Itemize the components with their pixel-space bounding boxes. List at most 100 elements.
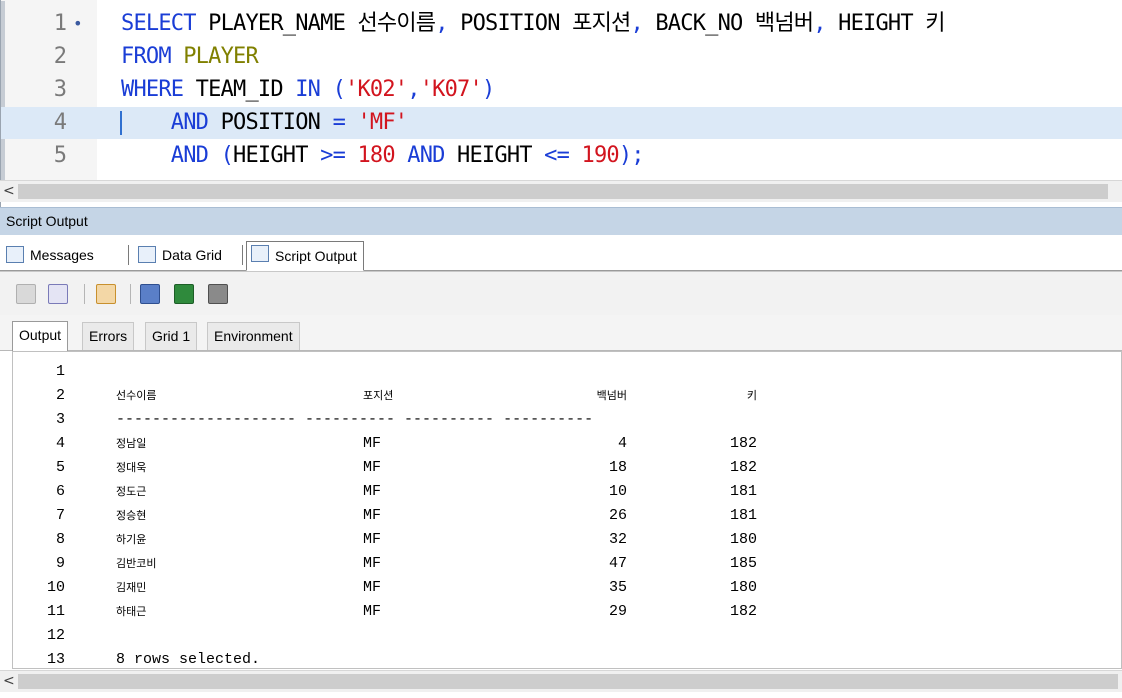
code-token: POSITION <box>460 11 573 36</box>
column-header: 선수이름 <box>116 389 157 402</box>
output-line: 1 <box>13 360 1113 384</box>
line-number: 4 <box>53 110 67 135</box>
output-line: 4 정남일 MF 4 182 <box>13 432 1113 456</box>
scroll-left-arrow-icon[interactable]: < <box>3 182 15 200</box>
output-line: 8 하기윤 MF 32 180 <box>13 528 1113 552</box>
output-line: 2 선수이름 포지션 백넘버 키 <box>13 384 1113 408</box>
copy-icon[interactable] <box>16 284 36 304</box>
cell-position: MF <box>363 531 382 548</box>
tab-separator <box>128 245 129 265</box>
subtab-errors[interactable]: Errors <box>82 322 135 350</box>
output-line: 11 하태근 MF 29 182 <box>13 600 1113 624</box>
editor-line[interactable]: 1 • SELECT PLAYER_NAME 선수이름, POSITION 포지션,… <box>1 8 1122 40</box>
output-subtabs: Output Errors Grid 1 Environment <box>0 315 1122 351</box>
code-text: FROM PLAYER <box>121 41 259 73</box>
output-line-number: 10 <box>46 579 65 596</box>
cell-player-name: 김반코비 <box>116 557 157 570</box>
statement-marker: • <box>73 14 83 33</box>
code-token: 선수이름 <box>357 11 436 36</box>
code-token: PLAYER_NAME <box>208 11 358 36</box>
line-number: 2 <box>53 44 67 69</box>
line-number: 5 <box>53 143 67 168</box>
output-line: 5 정대욱 MF 18 182 <box>13 456 1113 480</box>
sql-editor[interactable]: 1 • SELECT PLAYER_NAME 선수이름, POSITION 포지션,… <box>0 0 1122 210</box>
cell-back-no: 10 <box>608 483 627 500</box>
output-line-number: 9 <box>55 555 65 572</box>
output-line-number: 4 <box>55 435 65 452</box>
cell-height: 181 <box>729 507 757 524</box>
output-line: 7 정승현 MF 26 181 <box>13 504 1113 528</box>
code-token: AND <box>407 143 458 168</box>
code-token: TEAM_ID <box>195 77 296 102</box>
editor-line[interactable]: 3 WHERE TEAM_ID IN ('K02','K07') <box>1 74 1122 106</box>
code-token: AND <box>121 143 221 168</box>
output-line: 13 8 rows selected. <box>13 648 1113 672</box>
output-line-number: 6 <box>55 483 65 500</box>
cell-height: 181 <box>729 483 757 500</box>
tab-messages-label: Messages <box>30 247 94 263</box>
code-token: PLAYER <box>183 44 258 69</box>
code-token: 190 <box>581 143 620 168</box>
editor-horizontal-scrollbar[interactable]: < <box>0 180 1122 202</box>
output-line-number: 3 <box>55 411 65 428</box>
cell-position: MF <box>363 555 382 572</box>
tab-messages[interactable]: Messages <box>2 243 94 267</box>
code-token: ) <box>481 77 495 102</box>
subtab-grid-1[interactable]: Grid 1 <box>145 322 198 350</box>
script-output-icon <box>251 245 269 262</box>
subtab-output[interactable]: Output <box>12 321 69 351</box>
subtab-environment[interactable]: Environment <box>207 322 300 350</box>
panel-title: Script Output <box>0 207 1122 235</box>
editor-line[interactable]: 2 FROM PLAYER <box>1 41 1122 73</box>
clear-icon[interactable] <box>96 284 116 304</box>
cell-position: MF <box>363 483 382 500</box>
excel-icon[interactable] <box>174 284 194 304</box>
tab-data-grid[interactable]: Data Grid <box>134 243 222 267</box>
cell-back-no: 32 <box>608 531 627 548</box>
cell-height: 180 <box>729 531 757 548</box>
output-line-number: 12 <box>46 627 65 644</box>
scroll-left-arrow-icon[interactable]: < <box>3 672 15 690</box>
tab-separator <box>242 245 243 265</box>
print-icon[interactable] <box>208 284 228 304</box>
code-token: >= <box>320 143 358 168</box>
output-horizontal-scrollbar[interactable]: < <box>0 670 1122 692</box>
cell-height: 182 <box>729 435 757 452</box>
scrollbar-thumb[interactable] <box>18 674 1118 689</box>
cell-back-no: 18 <box>608 459 627 476</box>
tab-script-output-label: Script Output <box>275 248 357 264</box>
column-header: 포지션 <box>363 389 394 402</box>
cell-position: MF <box>363 579 382 596</box>
script-output-text[interactable]: 1 2 선수이름 포지션 백넘버 키 3 -------------------- -----… <box>12 351 1122 669</box>
code-token: FROM <box>121 44 184 69</box>
toolbar-separator <box>130 284 131 304</box>
tab-data-grid-label: Data Grid <box>162 247 222 263</box>
cell-back-no: 35 <box>608 579 627 596</box>
code-token: = <box>332 110 358 135</box>
editor-line[interactable]: 5 AND (HEIGHT >= 180 AND HEIGHT <= 190); <box>1 140 1122 172</box>
cell-back-no: 4 <box>617 435 627 452</box>
code-token: <= <box>544 143 582 168</box>
line-number: 1 <box>53 11 67 36</box>
code-token: ( <box>332 77 346 102</box>
output-tabs: Messages Data Grid Script Output <box>0 235 1122 271</box>
output-line: 6 정도근 MF 10 181 <box>13 480 1113 504</box>
code-token: HEIGHT <box>838 11 926 36</box>
editor-line[interactable]: 4 AND POSITION = 'MF' <box>1 107 1122 139</box>
code-token: IN <box>295 77 333 102</box>
code-text: AND POSITION = 'MF' <box>121 107 408 139</box>
output-line: 10 김재민 MF 35 180 <box>13 576 1113 600</box>
code-text: WHERE TEAM_ID IN ('K02','K07') <box>121 74 495 106</box>
cell-back-no: 47 <box>608 555 627 572</box>
tab-script-output[interactable]: Script Output <box>246 241 364 271</box>
find-icon[interactable] <box>48 284 68 304</box>
save-icon[interactable] <box>140 284 160 304</box>
cell-height: 185 <box>729 555 757 572</box>
code-token: 180 <box>357 143 408 168</box>
code-token: ( <box>220 143 234 168</box>
scrollbar-thumb[interactable] <box>18 184 1108 199</box>
cell-player-name: 하태근 <box>116 605 147 618</box>
cell-height: 182 <box>729 603 757 620</box>
code-token: BACK_NO <box>655 11 755 36</box>
output-line: 3 -------------------- ---------- -------… <box>13 408 1113 432</box>
